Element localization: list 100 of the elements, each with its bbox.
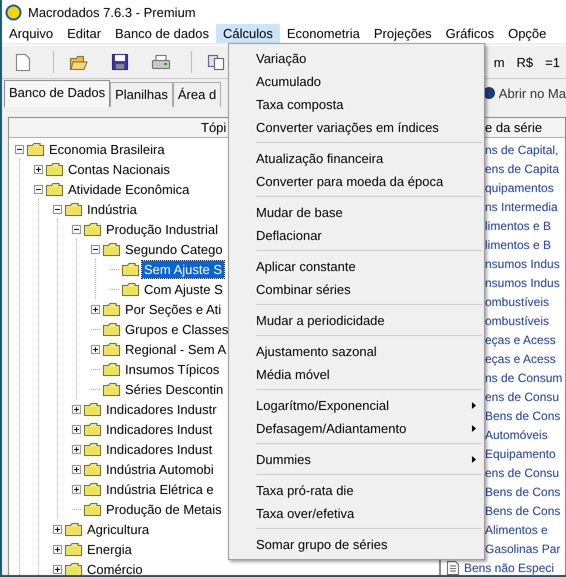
tree-item[interactable]: Insumos Típicos — [123, 360, 222, 378]
tree-item[interactable]: Indústria Automobi — [104, 460, 216, 478]
expand-icon[interactable] — [53, 564, 62, 574]
tree-item[interactable]: Atividade Econômica — [66, 180, 192, 198]
series-name[interactable]: quipamentos — [485, 180, 554, 194]
series-name[interactable]: nsumos Indus — [485, 256, 560, 270]
menu-item[interactable]: Arquivo — [2, 24, 60, 43]
expand-icon[interactable] — [53, 524, 62, 534]
expand-icon[interactable] — [53, 544, 62, 554]
toolbar-button[interactable]: R$ — [510, 54, 540, 70]
tree-item[interactable]: Indicadores Indust — [104, 440, 214, 458]
save-icon[interactable] — [109, 51, 130, 73]
menu-option[interactable]: Média móvel — [229, 363, 484, 386]
expand-icon[interactable] — [34, 164, 43, 174]
tree-item[interactable]: Grupos e Classes — [123, 320, 230, 338]
menu-item[interactable]: Econometria — [280, 24, 367, 43]
open-folder-icon[interactable] — [53, 51, 89, 73]
toolbar-button[interactable]: =1 — [539, 54, 566, 70]
series-name[interactable]: ombustíveis — [485, 314, 550, 328]
tree-item[interactable]: Indústria Elétrica e — [104, 480, 216, 498]
menu-item[interactable]: Opçõe — [501, 24, 554, 43]
menu-item[interactable]: Editar — [60, 24, 108, 43]
series-name[interactable]: limentos e B — [485, 218, 552, 232]
folder-icon — [65, 522, 82, 536]
series-name[interactable]: ns de Consum — [485, 370, 562, 384]
series-name[interactable]: Bens de Cons — [485, 484, 560, 498]
tree-item[interactable]: Produção Industrial — [104, 220, 220, 238]
series-name[interactable]: ns de Capital, — [485, 142, 558, 156]
tree-item[interactable]: Indicadores Industr — [104, 400, 219, 418]
menu-option[interactable]: Logarítmo/Exponencial — [229, 394, 484, 417]
tree-item[interactable]: Energia — [85, 540, 134, 558]
menu-option[interactable]: Combinar séries — [229, 278, 484, 301]
tree-item[interactable]: Regional - Sem A — [123, 340, 228, 358]
menu-item[interactable]: Cálculos — [216, 24, 280, 43]
series-name[interactable]: limentos e B — [485, 238, 552, 252]
expand-icon[interactable] — [91, 304, 100, 314]
series-name[interactable]: ombustíveis — [485, 294, 550, 308]
tree-item[interactable]: Indicadores Indust — [104, 420, 214, 438]
menu-option[interactable]: Aplicar constante — [229, 255, 484, 278]
collapse-icon[interactable] — [72, 224, 81, 234]
tree-item[interactable]: Contas Nacionais — [66, 160, 172, 178]
menu-option[interactable]: Atualização financeira — [229, 147, 484, 170]
menu-option[interactable]: Mudar a periodicidade — [229, 309, 484, 332]
series-name[interactable]: Bens de Cons — [485, 408, 560, 422]
menu-option[interactable]: Taxa over/efetiva — [229, 502, 484, 525]
tree-item[interactable]: Produção de Metais — [104, 500, 224, 518]
toolbar-button[interactable]: m — [488, 54, 511, 70]
folder-icon — [65, 202, 82, 216]
menu-option[interactable]: Somar grupo de séries — [229, 533, 484, 556]
expand-icon[interactable] — [72, 484, 81, 494]
menu-option[interactable]: Defasagem/Adiantamento — [229, 417, 484, 440]
menu-option[interactable]: Taxa pró-rata die — [229, 479, 484, 502]
menu-option[interactable]: Ajustamento sazonal — [229, 340, 484, 363]
menu-item[interactable]: Banco de dados — [108, 24, 216, 43]
series-name[interactable]: Bens não Especi — [464, 560, 554, 574]
menu-option[interactable]: Acumulado — [229, 70, 484, 93]
series-name[interactable]: Bens de Cons — [485, 504, 560, 518]
tree-item[interactable]: Com Ajuste S — [142, 280, 225, 298]
expand-icon[interactable] — [72, 444, 81, 454]
menu-option[interactable]: Taxa composta — [229, 93, 484, 116]
tab[interactable]: Banco de Dados — [4, 80, 110, 107]
collapse-icon[interactable] — [91, 244, 100, 254]
series-name[interactable]: ns Intermedia — [485, 200, 558, 214]
collapse-icon[interactable] — [53, 204, 62, 214]
series-name[interactable]: eças e Acess — [485, 352, 556, 366]
series-name[interactable]: Automóveis — [485, 428, 548, 442]
series-name[interactable]: eças e Acess — [485, 332, 556, 346]
series-name[interactable]: Alimentos e — [485, 522, 548, 536]
series-name[interactable]: Equipamento — [485, 446, 556, 460]
menu-option[interactable]: Converter para moeda da época — [229, 170, 484, 193]
tab[interactable]: Área d — [172, 82, 222, 107]
menu-option[interactable]: Mudar de base — [229, 201, 484, 224]
copy-icon[interactable] — [191, 51, 227, 73]
menu-option[interactable]: Variação — [229, 47, 484, 70]
menu-item[interactable]: Projeções — [366, 24, 439, 43]
tree-item[interactable]: Sem Ajuste S — [142, 260, 224, 278]
open-button[interactable]: Abrir no Ma — [498, 86, 566, 101]
tree-item[interactable]: Comércio — [85, 560, 145, 575]
menu-option[interactable]: Dummies — [229, 448, 484, 471]
menu-option[interactable]: Deflacionar — [229, 224, 484, 247]
collapse-icon[interactable] — [15, 144, 24, 154]
tree-item[interactable]: Por Seções e Ati — [123, 300, 224, 318]
expand-icon[interactable] — [72, 464, 81, 474]
tab[interactable]: Planilhas — [110, 82, 173, 107]
expand-icon[interactable] — [72, 404, 81, 414]
tree-item[interactable]: Economia Brasileira — [47, 140, 167, 158]
tree-item[interactable]: Séries Descontin — [123, 380, 226, 398]
series-name[interactable]: nsumos Indus — [485, 276, 560, 290]
collapse-icon[interactable] — [34, 184, 43, 194]
series-name[interactable]: Gasolinas Par — [485, 542, 560, 556]
tree-item[interactable]: Segundo Catego — [123, 240, 225, 258]
series-name[interactable]: ens de Consu — [485, 390, 560, 404]
menu-item[interactable]: Gráficos — [438, 24, 502, 43]
tree-item[interactable]: Agricultura — [85, 520, 152, 538]
series-name[interactable]: ens de Capita — [485, 162, 560, 176]
tree-item[interactable]: Indústria — [85, 200, 139, 218]
expand-icon[interactable] — [72, 424, 81, 434]
expand-icon[interactable] — [91, 344, 100, 354]
folder-icon — [84, 422, 101, 436]
series-name[interactable]: ens de Consu — [485, 466, 560, 480]
